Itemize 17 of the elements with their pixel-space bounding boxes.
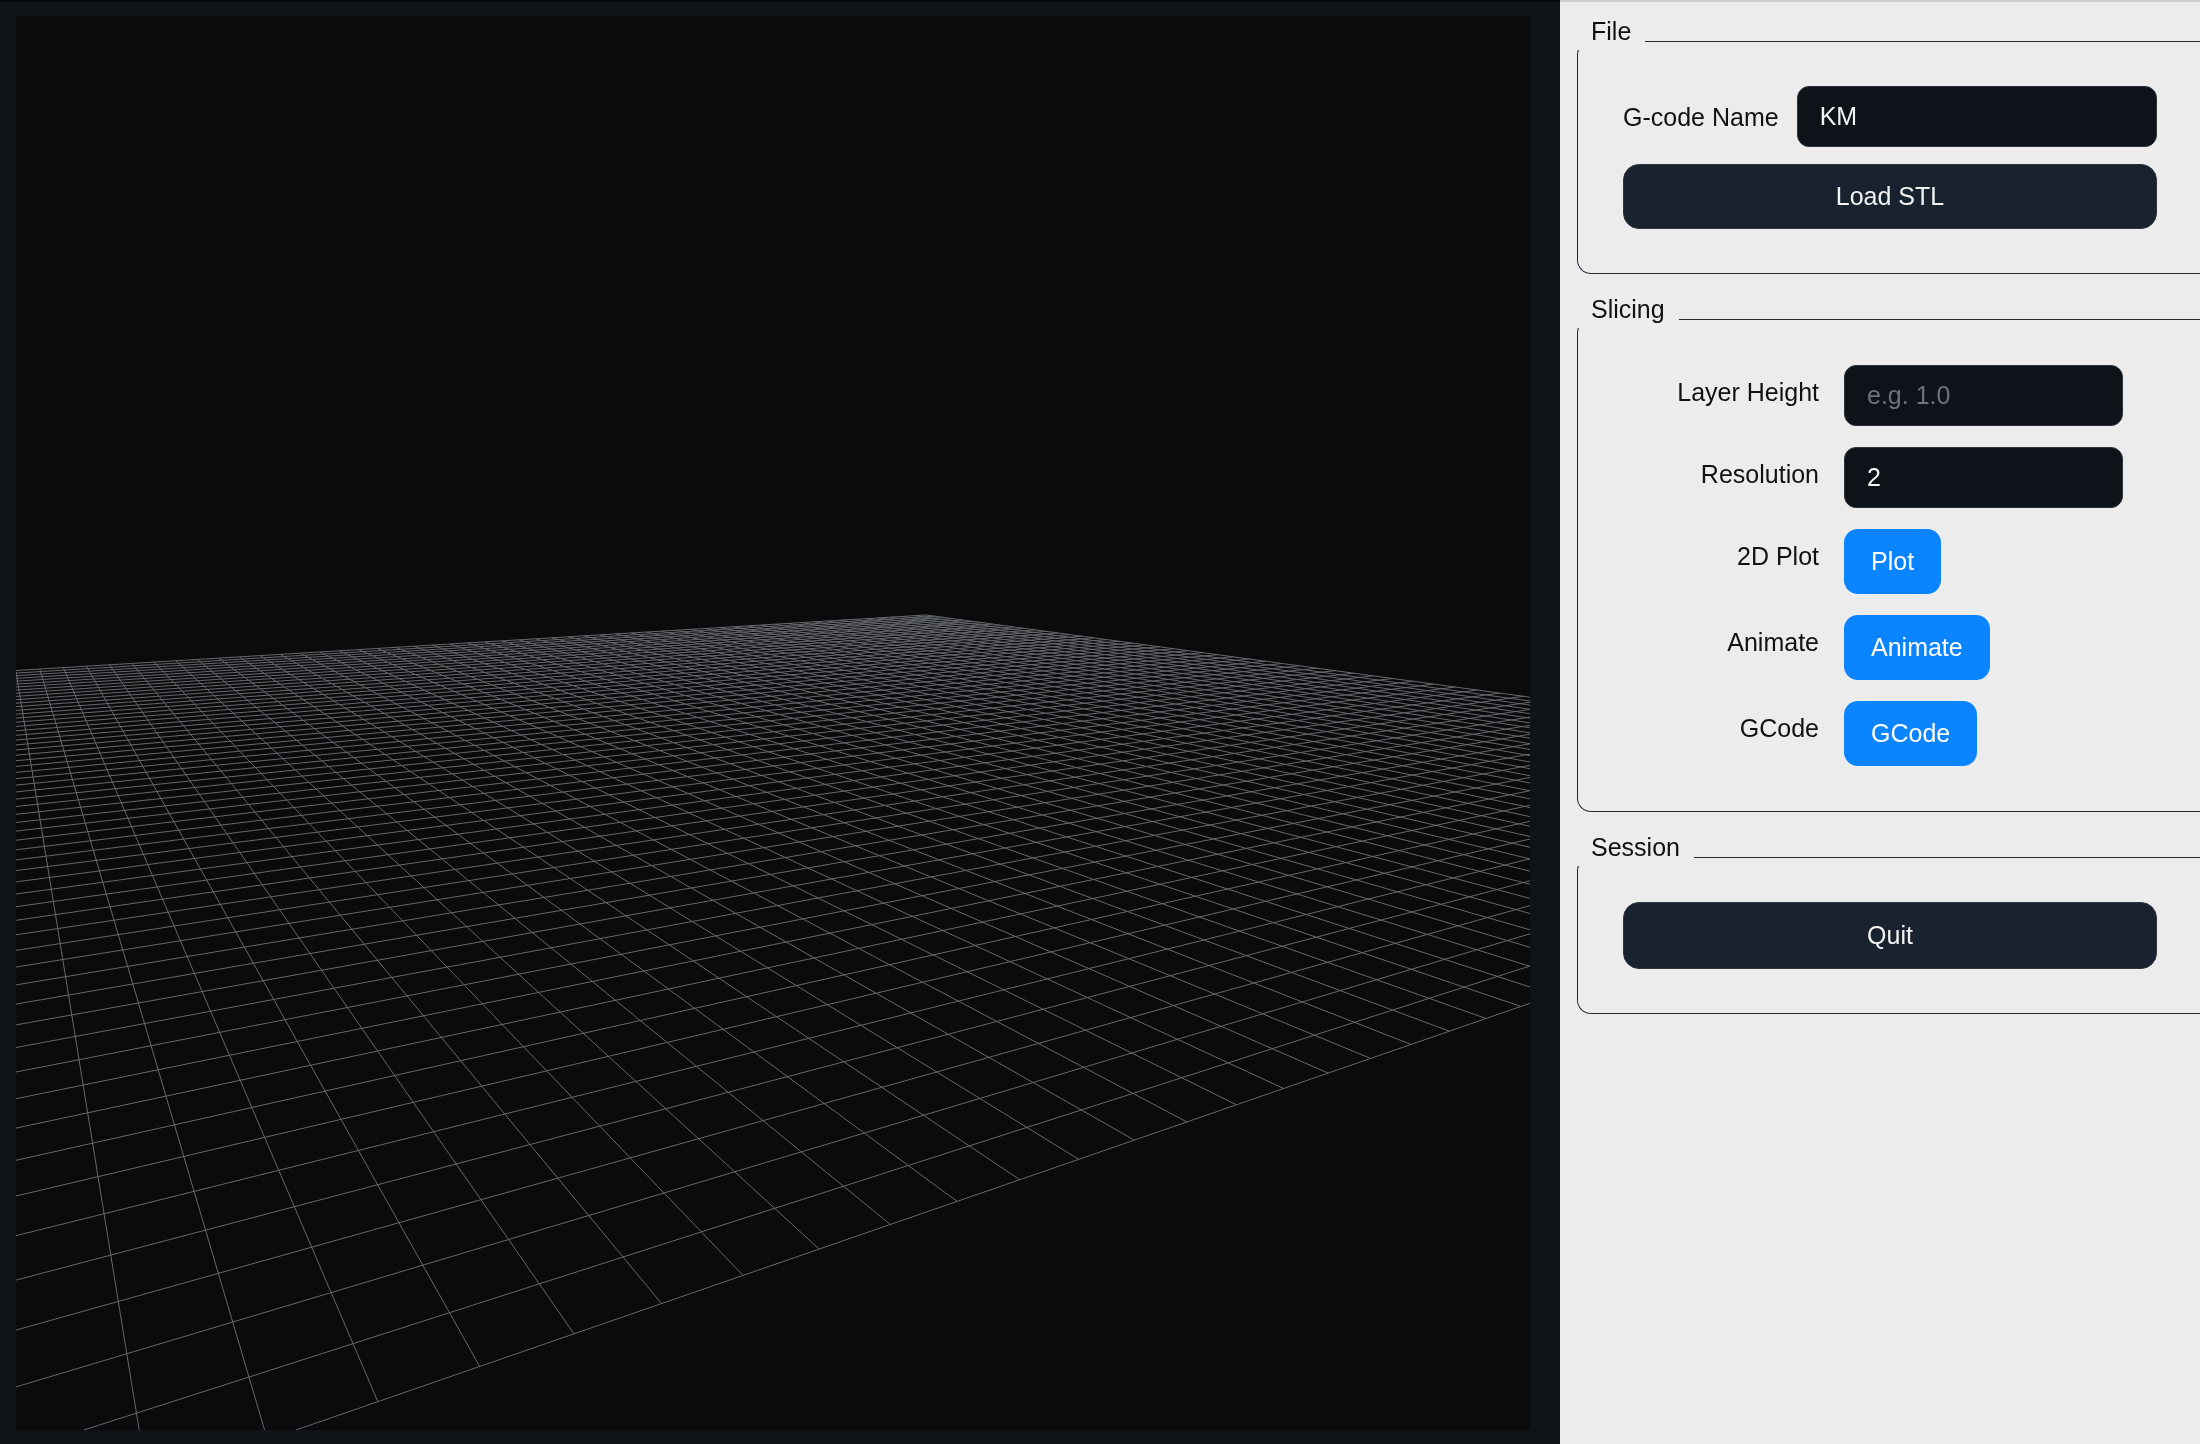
field-label: GCode — [1739, 713, 1819, 743]
action-button[interactable]: Animate — [1844, 615, 1990, 680]
group-title: Session — [1591, 833, 1680, 861]
load-button[interactable]: Load STL — [1623, 164, 2157, 229]
input-field[interactable]: e.g. 1.0 — [1844, 365, 2123, 426]
field-label: Layer Height — [1677, 377, 1819, 407]
action-button[interactable]: Plot — [1844, 529, 1942, 594]
quit-button[interactable]: Quit — [1623, 902, 2157, 969]
action-button[interactable]: GCode — [1844, 701, 1978, 766]
input-field[interactable]: KM — [1796, 86, 2157, 147]
group-title: File — [1591, 17, 1632, 45]
input-field[interactable]: 2 — [1844, 447, 2123, 508]
field-label: 2D Plot — [1737, 541, 1819, 571]
field-label: G-code Name — [1623, 101, 1779, 132]
field-label: Animate — [1727, 627, 1819, 657]
group-title: Slicing — [1591, 295, 1665, 323]
field-label: Resolution — [1700, 459, 1819, 489]
